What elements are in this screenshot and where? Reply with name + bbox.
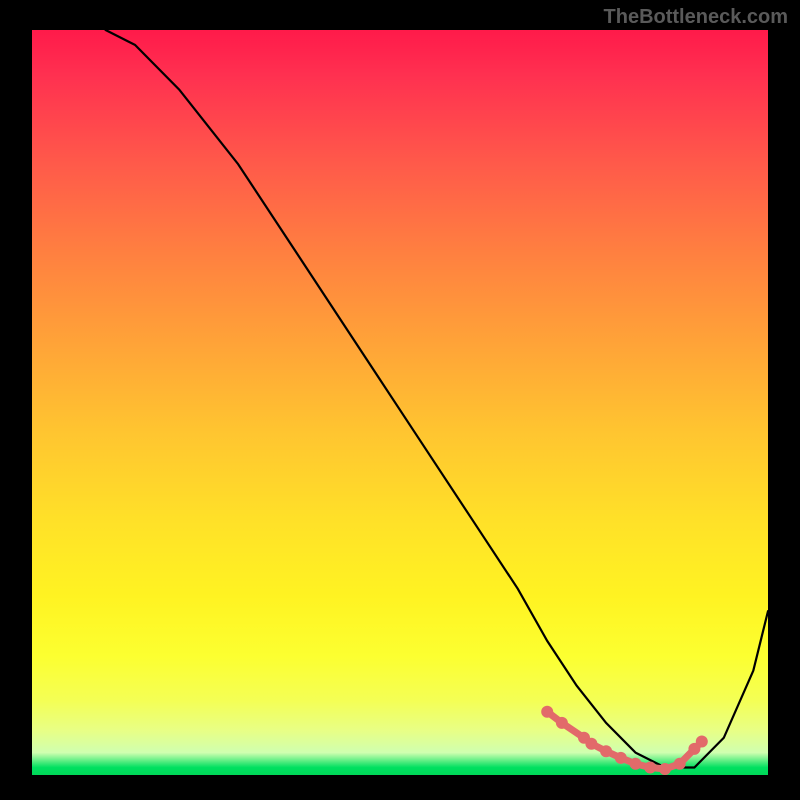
- marker-dot: [630, 758, 641, 769]
- marker-dot: [645, 762, 656, 773]
- marker-dot: [586, 738, 597, 749]
- watermark-text: TheBottleneck.com: [604, 6, 788, 29]
- marker-dot: [542, 706, 553, 717]
- marker-dot: [674, 758, 685, 769]
- chart-svg: [32, 30, 768, 775]
- marker-dot: [615, 752, 626, 763]
- marker-dot: [601, 746, 612, 757]
- marker-dot: [696, 736, 707, 747]
- marker-dot: [660, 764, 671, 775]
- chart-plot-area: [32, 30, 768, 775]
- marker-dot: [556, 717, 567, 728]
- chart-curve: [106, 30, 768, 768]
